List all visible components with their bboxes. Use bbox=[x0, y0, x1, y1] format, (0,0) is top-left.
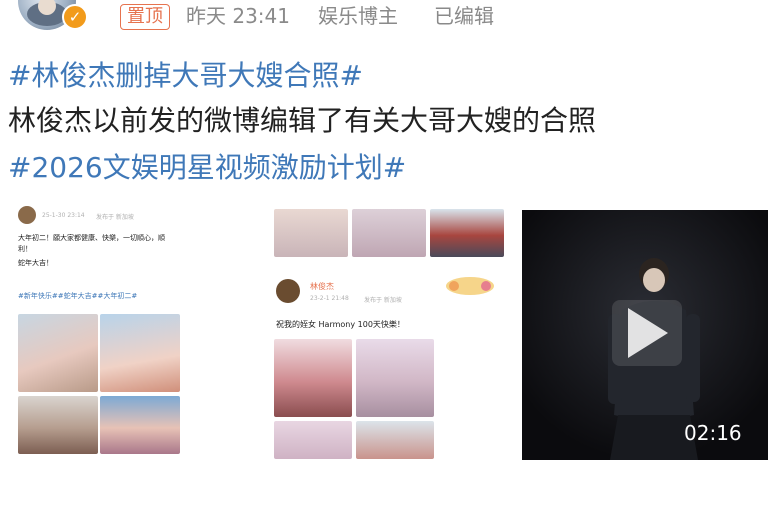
author-type: 娱乐博主 bbox=[318, 4, 398, 28]
post-image-left[interactable]: 25-1-30 23:14 发布于 新加坡 大年初二！願大家都健康、快樂，一切順… bbox=[8, 200, 186, 462]
sticker-decoration bbox=[444, 275, 496, 297]
edited-label: 已编辑 bbox=[434, 4, 494, 28]
play-icon bbox=[628, 308, 668, 358]
card-source: 发布于 新加坡 bbox=[364, 297, 402, 304]
video-duration: 02:16 bbox=[684, 421, 742, 445]
card-source: 发布于 新加坡 bbox=[96, 214, 134, 221]
hashtag-link[interactable]: #2026文娱明星视频激励计划# bbox=[8, 148, 406, 188]
post-body-text: 林俊杰以前发的微博编辑了有关大哥大嫂的合照 bbox=[8, 104, 597, 137]
hashtag-link[interactable]: #林俊杰删掉大哥大嫂合照# bbox=[8, 56, 363, 96]
verified-badge-icon: ✓ bbox=[62, 4, 88, 30]
post-time: 昨天 23:41 bbox=[186, 4, 290, 28]
card-date: 23-2-1 21:48 bbox=[310, 295, 349, 302]
pinned-badge: 置顶 bbox=[120, 4, 170, 30]
photo-group bbox=[100, 396, 180, 454]
card-text: 祝我的姪女 Harmony 100天快樂！ bbox=[276, 320, 405, 329]
card-hashtags: #新年快乐##蛇年大吉##大年初二# bbox=[18, 292, 138, 300]
photo-family bbox=[100, 314, 180, 392]
card-avatar bbox=[276, 279, 300, 303]
card-text: 大年初二！願大家都健康、快樂，一切順心，順利！ bbox=[18, 234, 165, 253]
card-date: 25-1-30 23:14 bbox=[42, 212, 85, 219]
card-author: 林俊杰 bbox=[310, 282, 334, 291]
card-text: 蛇年大吉！ bbox=[18, 259, 53, 267]
photo-group bbox=[18, 396, 98, 454]
post-image-middle[interactable]: 林俊杰 23-2-1 21:48 发布于 新加坡 祝我的姪女 Harmony 1… bbox=[268, 205, 510, 460]
card-avatar bbox=[18, 206, 36, 224]
photo-family bbox=[18, 314, 98, 392]
